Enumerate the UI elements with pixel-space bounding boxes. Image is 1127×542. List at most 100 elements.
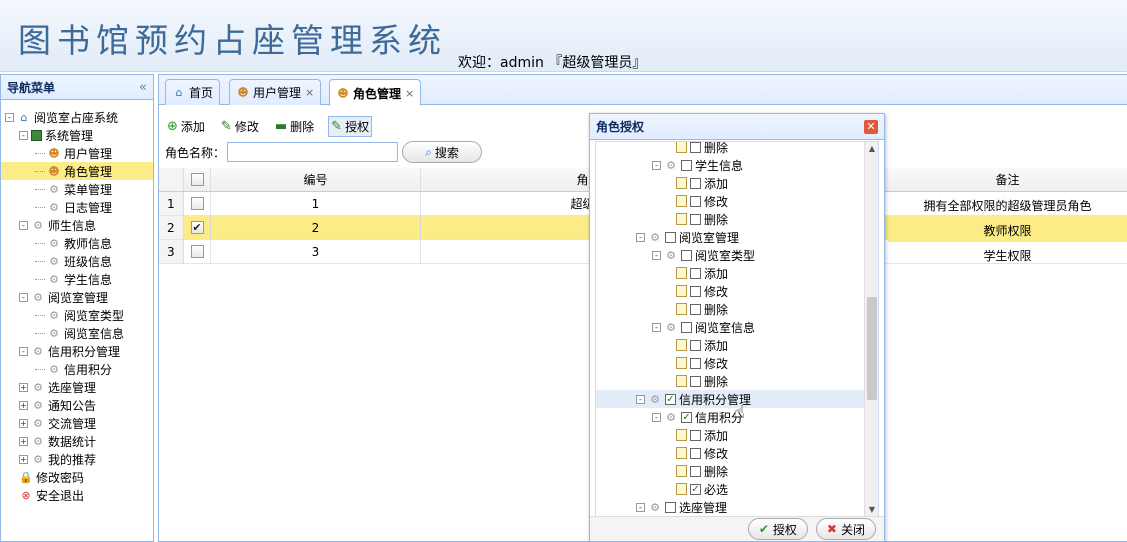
sidebar-item[interactable]: ⚙ 日志管理 <box>1 198 153 216</box>
row-checkbox[interactable]: ✔ <box>190 221 204 234</box>
permission-node[interactable]: - ⚙ 选座管理 <box>596 498 864 516</box>
expand-toggle-icon[interactable]: - <box>652 250 661 260</box>
sidebar-item[interactable]: + ⚙ 通知公告 <box>1 396 153 414</box>
permission-node[interactable]: 删除 <box>596 210 864 228</box>
permission-checkbox[interactable] <box>681 321 692 333</box>
sidebar-item[interactable]: - 系统管理 <box>1 126 153 144</box>
permission-node[interactable]: 删除 <box>596 300 864 318</box>
nav-root[interactable]: - ⌂ 阅览室占座系统 <box>1 108 153 126</box>
row-checkbox[interactable] <box>190 197 204 210</box>
sidebar-item[interactable]: + ⚙ 我的推荐 <box>1 450 153 468</box>
permission-node[interactable]: 修改 <box>596 354 864 372</box>
permission-node[interactable]: 修改 <box>596 192 864 210</box>
sidebar-item[interactable]: - ⚙ 师生信息 <box>1 216 153 234</box>
permission-node[interactable]: - ⚙ 阅览室类型 <box>596 246 864 264</box>
permission-node[interactable]: - ⚙ 阅览室管理 <box>596 228 864 246</box>
permission-checkbox[interactable] <box>690 213 701 225</box>
tab-user-management[interactable]: ☻ 用户管理 × <box>229 79 322 105</box>
permission-node[interactable]: - ⚙ 学生信息 <box>596 156 864 174</box>
permission-node[interactable]: - ⚙ 阅览室信息 <box>596 318 864 336</box>
scroll-thumb[interactable] <box>867 297 877 400</box>
expand-toggle-icon[interactable]: - <box>652 412 661 422</box>
permission-checkbox[interactable] <box>690 447 701 459</box>
row-select-cell[interactable] <box>184 240 211 263</box>
sidebar-item[interactable]: - ⚙ 阅览室管理 <box>1 288 153 306</box>
sidebar-item[interactable]: ⚙ 教师信息 <box>1 234 153 252</box>
permission-checkbox[interactable] <box>690 429 701 441</box>
expand-toggle-icon[interactable]: + <box>19 400 28 410</box>
permission-node[interactable]: 删除 <box>596 142 864 156</box>
tab-close-icon[interactable]: × <box>405 87 414 100</box>
expand-toggle-icon[interactable]: - <box>636 502 645 512</box>
edit-button[interactable]: ✎ 修改 <box>219 117 261 136</box>
add-button[interactable]: ⊕ 添加 <box>165 117 207 136</box>
row-select-cell[interactable] <box>184 192 211 215</box>
row-select-cell[interactable]: ✔ <box>184 216 211 239</box>
permission-checkbox[interactable]: ✓ <box>665 393 676 405</box>
permission-checkbox[interactable] <box>681 249 692 261</box>
row-checkbox[interactable] <box>190 245 204 258</box>
permission-checkbox[interactable] <box>690 339 701 351</box>
permission-checkbox[interactable] <box>690 303 701 315</box>
expand-toggle-icon[interactable]: - <box>19 220 28 230</box>
select-all-cell[interactable] <box>184 168 211 191</box>
scroll-up-icon[interactable]: ▲ <box>865 142 878 156</box>
sidebar-item[interactable]: ⚙ 阅览室信息 <box>1 324 153 342</box>
permission-checkbox[interactable] <box>690 195 701 207</box>
dialog-close-button[interactable]: ✖ 关闭 <box>815 518 876 540</box>
permission-node[interactable]: 添加 <box>596 336 864 354</box>
tree-scrollbar[interactable]: ▲ ▼ <box>864 142 878 517</box>
collapse-icon[interactable]: « <box>139 80 147 95</box>
expand-toggle-icon[interactable]: + <box>19 454 28 464</box>
sidebar-item[interactable]: + ⚙ 选座管理 <box>1 378 153 396</box>
delete-button[interactable]: ▬ 删除 <box>273 117 316 136</box>
expand-toggle-icon[interactable]: - <box>652 322 661 332</box>
sidebar-item[interactable]: ☻ 角色管理 <box>1 162 153 180</box>
role-name-input[interactable] <box>227 142 399 162</box>
permission-node[interactable]: ✓ 必选 <box>596 480 864 498</box>
tab-close-icon[interactable]: × <box>305 86 314 99</box>
permission-checkbox[interactable] <box>690 375 701 387</box>
permission-checkbox[interactable]: ✓ <box>690 483 701 495</box>
select-all-checkbox[interactable] <box>190 173 204 186</box>
sidebar-item[interactable]: ⚙ 信用积分 <box>1 360 153 378</box>
permission-checkbox[interactable] <box>665 231 676 243</box>
expand-toggle-icon[interactable]: + <box>19 418 28 428</box>
permission-checkbox[interactable] <box>665 501 676 513</box>
permission-node[interactable]: 修改 <box>596 444 864 462</box>
expand-toggle-icon[interactable]: + <box>19 436 28 446</box>
permission-node[interactable]: 添加 <box>596 426 864 444</box>
sidebar-item[interactable]: + ⚙ 交流管理 <box>1 414 153 432</box>
expand-toggle-icon[interactable]: + <box>19 382 28 392</box>
permission-checkbox[interactable] <box>690 357 701 369</box>
authorize-button[interactable]: ✎ 授权 <box>328 115 373 137</box>
sidebar-item[interactable]: ⚙ 阅览室类型 <box>1 306 153 324</box>
permission-checkbox[interactable] <box>690 142 701 153</box>
permission-checkbox[interactable] <box>690 267 701 279</box>
expand-toggle-icon[interactable]: - <box>652 160 661 170</box>
permission-checkbox[interactable] <box>690 285 701 297</box>
permission-node[interactable]: 修改 <box>596 282 864 300</box>
tab-role-management[interactable]: ☻ 角色管理 × <box>329 79 422 106</box>
sidebar-item[interactable]: ⊗ 安全退出 <box>1 486 153 504</box>
permission-node[interactable]: - ⚙ ✓ 信用积分管理 <box>596 390 864 408</box>
permission-checkbox[interactable]: ✓ <box>681 411 692 423</box>
expand-toggle-icon[interactable]: - <box>19 292 28 302</box>
sidebar-item[interactable]: ⚙ 学生信息 <box>1 270 153 288</box>
sidebar-item[interactable]: - ⚙ 信用积分管理 <box>1 342 153 360</box>
sidebar-item[interactable]: ☻ 用户管理 <box>1 144 153 162</box>
authorize-confirm-button[interactable]: ✔ 授权 <box>747 518 808 540</box>
permission-node[interactable]: 添加 <box>596 264 864 282</box>
permission-node[interactable]: 添加 <box>596 174 864 192</box>
expand-toggle-icon[interactable]: - <box>636 232 645 242</box>
scroll-down-icon[interactable]: ▼ <box>865 503 878 517</box>
expand-toggle-icon[interactable]: - <box>19 346 28 356</box>
permission-node[interactable]: - ⚙ ✓ 信用积分 <box>596 408 864 426</box>
permission-node[interactable]: 删除 <box>596 462 864 480</box>
expand-toggle-icon[interactable]: - <box>19 130 28 140</box>
header-id[interactable]: 编号 <box>211 168 421 191</box>
close-icon[interactable]: ✕ <box>864 119 878 134</box>
tab-home[interactable]: ⌂ 首页 <box>165 79 221 105</box>
sidebar-item[interactable]: ⚙ 菜单管理 <box>1 180 153 198</box>
sidebar-item[interactable]: 🔒 修改密码 <box>1 468 153 486</box>
